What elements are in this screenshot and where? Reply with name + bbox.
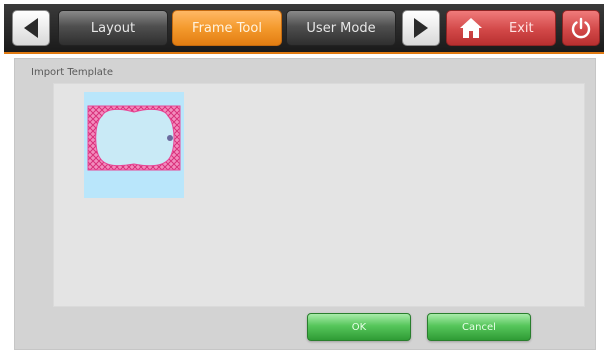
cancel-button[interactable]: Cancel — [427, 313, 531, 341]
power-button[interactable] — [562, 10, 600, 46]
tab-label-user-mode: User Mode — [306, 20, 376, 36]
pink-frame-graphic — [87, 105, 181, 171]
prev-button[interactable] — [12, 10, 50, 46]
panel-title: Import Template — [31, 67, 113, 78]
top-toolbar: Layout Frame Tool User Mode Exit — [4, 4, 604, 54]
next-button[interactable] — [402, 10, 440, 46]
ok-label: OK — [351, 321, 367, 333]
tab-label-layout: Layout — [90, 20, 136, 36]
template-thumbnail-pink-frame[interactable] — [84, 92, 184, 198]
cancel-label: Cancel — [462, 321, 496, 333]
tab-user-mode[interactable]: User Mode — [286, 10, 396, 46]
template-list — [53, 83, 585, 307]
right-arrow-icon — [412, 17, 430, 39]
power-icon — [570, 17, 592, 39]
exit-button[interactable]: Exit — [446, 10, 556, 46]
tab-layout[interactable]: Layout — [58, 10, 168, 46]
import-template-panel: Import Template OK Cancel — [14, 58, 596, 350]
tab-frame-tool[interactable]: Frame Tool — [172, 10, 282, 46]
tab-label-frame-tool: Frame Tool — [192, 20, 262, 36]
left-arrow-icon — [22, 17, 40, 39]
home-icon — [459, 17, 483, 39]
exit-label: Exit — [509, 20, 534, 36]
ok-button[interactable]: OK — [307, 313, 411, 341]
